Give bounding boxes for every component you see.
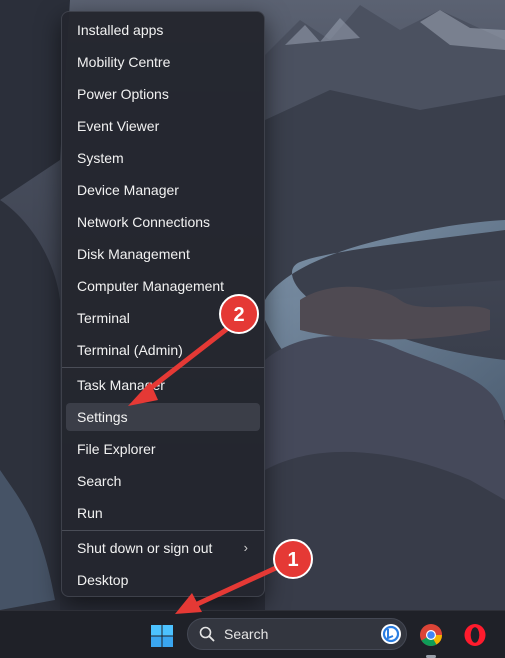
menu-separator bbox=[62, 530, 264, 531]
menu-item-terminal-admin[interactable]: Terminal (Admin) bbox=[66, 336, 260, 364]
menu-item-computer-management[interactable]: Computer Management bbox=[66, 272, 260, 300]
menu-item-shut-down-or-sign-out[interactable]: Shut down or sign out › bbox=[66, 534, 260, 562]
menu-item-network-connections[interactable]: Network Connections bbox=[66, 208, 260, 236]
opera-icon[interactable] bbox=[463, 623, 487, 647]
taskbar-search-box[interactable]: Search bbox=[187, 618, 407, 650]
winx-context-menu: Installed apps Mobility Centre Power Opt… bbox=[61, 11, 265, 597]
menu-item-settings[interactable]: Settings bbox=[66, 403, 260, 431]
menu-item-system[interactable]: System bbox=[66, 144, 260, 172]
menu-item-installed-apps[interactable]: Installed apps bbox=[66, 16, 260, 44]
menu-item-search[interactable]: Search bbox=[66, 467, 260, 495]
menu-item-mobility-centre[interactable]: Mobility Centre bbox=[66, 48, 260, 76]
windows-start-icon[interactable] bbox=[150, 624, 174, 648]
menu-item-file-explorer[interactable]: File Explorer bbox=[66, 435, 260, 463]
menu-item-run[interactable]: Run bbox=[66, 499, 260, 527]
menu-item-event-viewer[interactable]: Event Viewer bbox=[66, 112, 260, 140]
menu-separator bbox=[62, 367, 264, 368]
menu-item-task-manager[interactable]: Task Manager bbox=[66, 371, 260, 399]
bing-icon[interactable] bbox=[380, 623, 402, 650]
search-placeholder: Search bbox=[224, 626, 269, 642]
menu-item-power-options[interactable]: Power Options bbox=[66, 80, 260, 108]
search-icon bbox=[199, 626, 215, 647]
menu-item-shut-down-label: Shut down or sign out bbox=[77, 540, 213, 556]
menu-item-disk-management[interactable]: Disk Management bbox=[66, 240, 260, 268]
chevron-right-icon: › bbox=[243, 540, 248, 555]
chrome-icon[interactable] bbox=[419, 623, 443, 647]
menu-item-terminal[interactable]: Terminal bbox=[66, 304, 260, 332]
taskbar: Search bbox=[0, 610, 505, 658]
menu-item-desktop[interactable]: Desktop bbox=[66, 566, 260, 594]
menu-item-device-manager[interactable]: Device Manager bbox=[66, 176, 260, 204]
